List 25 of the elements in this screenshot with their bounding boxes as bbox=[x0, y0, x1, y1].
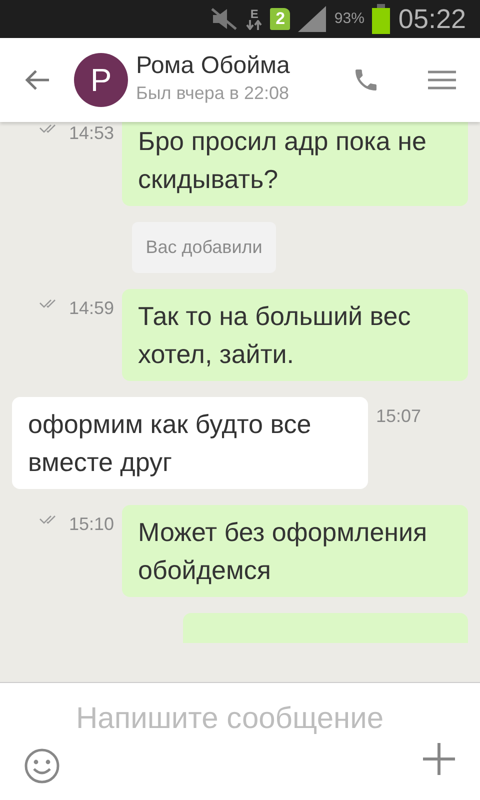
battery-percent: 93% bbox=[334, 8, 364, 29]
menu-button[interactable] bbox=[428, 70, 456, 90]
mute-icon bbox=[210, 7, 238, 31]
attach-button[interactable] bbox=[422, 742, 456, 776]
message-bubble: Так то на больший вес хотел, зайти. bbox=[122, 289, 468, 381]
last-seen-status: Был вчера в 22:08 bbox=[136, 82, 290, 105]
message-time: 15:10 bbox=[68, 513, 114, 536]
message-bubble: Бро просил адр пока не скидывать? bbox=[122, 122, 468, 206]
data-arrows-icon bbox=[246, 20, 262, 30]
network-type-label: E bbox=[250, 8, 258, 20]
system-notice: Вас добавили bbox=[132, 222, 276, 273]
sim-badge: 2 bbox=[270, 8, 290, 30]
message-input[interactable]: Напишите сообщение bbox=[76, 696, 406, 792]
battery-icon bbox=[372, 4, 390, 34]
message-time: 15:07 bbox=[376, 405, 422, 428]
back-button[interactable] bbox=[24, 69, 50, 91]
message-bubble: Может без оформления обойдемся bbox=[122, 505, 468, 597]
message-bubble: оформим как будто все вместе друг bbox=[12, 397, 368, 489]
emoji-button[interactable] bbox=[24, 748, 60, 784]
message-time: 14:53 bbox=[68, 122, 114, 145]
signal-icon bbox=[298, 6, 326, 32]
avatar: P bbox=[74, 53, 128, 107]
contact-name: Рома Обойма bbox=[136, 53, 291, 80]
message-time: 14:59 bbox=[68, 297, 114, 320]
clock: 05:22 bbox=[398, 2, 466, 36]
